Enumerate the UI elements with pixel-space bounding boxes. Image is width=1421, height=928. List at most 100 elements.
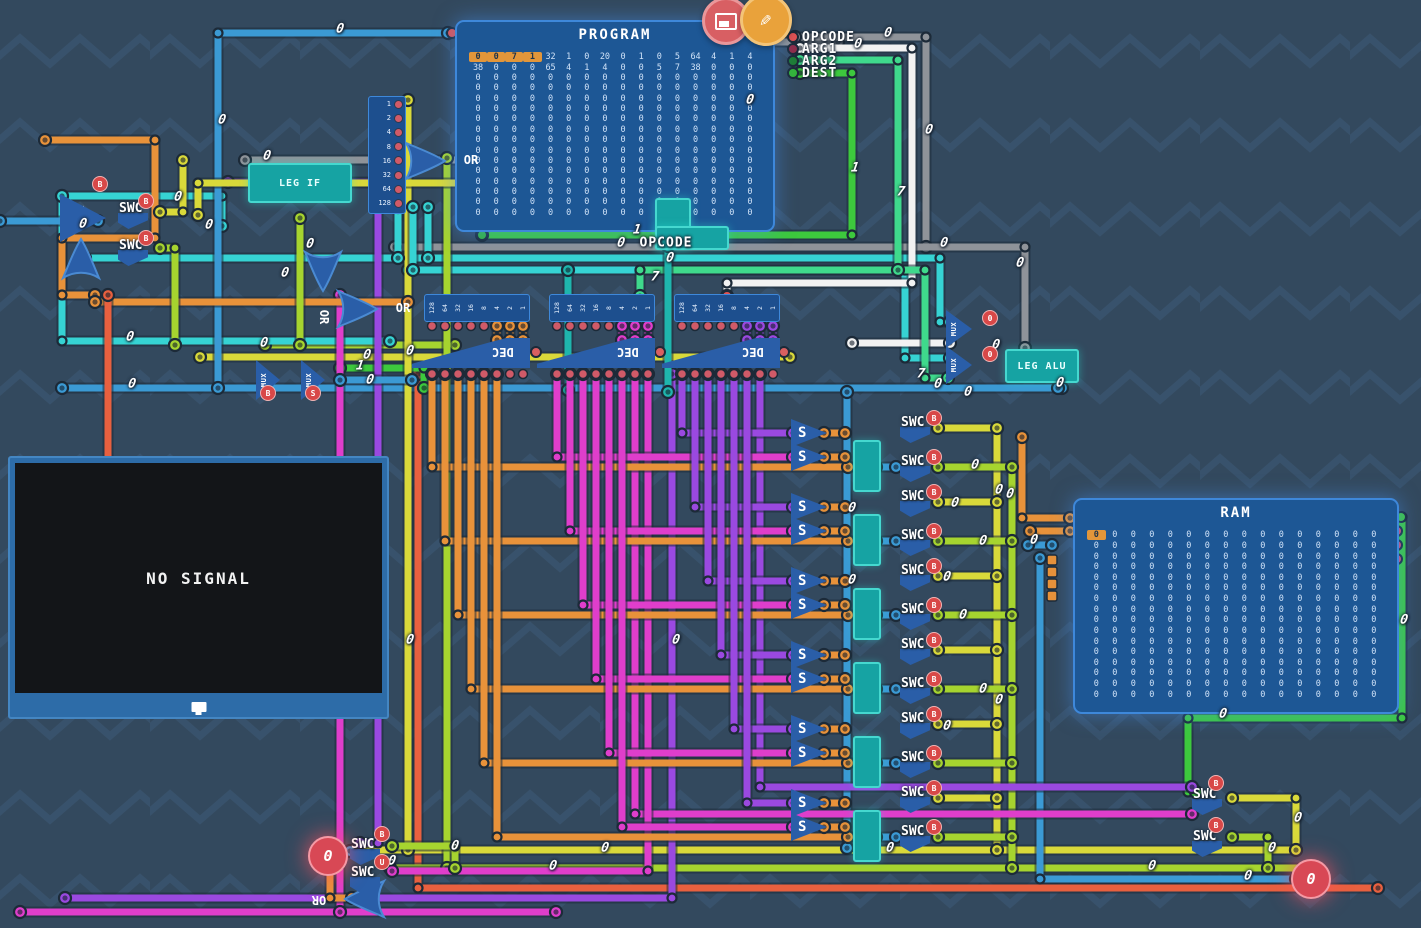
wire-node-center [935, 795, 940, 800]
pin [655, 347, 665, 357]
wire-node-center [842, 652, 847, 657]
wire-node-center [62, 895, 67, 900]
wire-node-center [197, 354, 202, 359]
wire-node [451, 842, 460, 851]
wire-node-center [421, 385, 426, 390]
wire-node-center [157, 245, 162, 250]
wire-node [901, 354, 910, 363]
wire-node-center [1049, 542, 1054, 547]
wire-node-center [1229, 795, 1234, 800]
wire-node [704, 577, 713, 586]
wire-node-center [821, 528, 826, 533]
wire-node-center [395, 204, 400, 209]
dec-output-pin [769, 370, 778, 379]
circuit-canvas[interactable]: PROGRAM007132102001056441438000654140057… [0, 0, 1421, 928]
wire-node-center [357, 840, 362, 845]
wire-node-center [994, 721, 999, 726]
pin [447, 28, 457, 38]
screen-monitor[interactable]: NO SIGNAL [8, 456, 389, 719]
wire-node-center [935, 647, 940, 652]
bit-pin [704, 322, 713, 331]
pad [1047, 579, 1057, 589]
pad [1047, 567, 1057, 577]
wire-node [194, 179, 203, 188]
wire-node-center [172, 342, 177, 347]
dec-output-pin [506, 370, 515, 379]
wire-node-center [842, 726, 847, 731]
dest-pin-label: DEST [802, 66, 837, 81]
bit-pin [717, 322, 726, 331]
wire-node-center [790, 676, 795, 681]
wire-node-center [637, 293, 642, 298]
wire-node-center [947, 355, 952, 360]
wire-node-center [821, 676, 826, 681]
pin [1392, 554, 1402, 564]
wire-node-center [1265, 865, 1270, 870]
wire-node-center [821, 430, 826, 435]
wire-node [1292, 794, 1301, 803]
pin [788, 44, 798, 54]
wire-node-center [1025, 542, 1030, 547]
dec-output-pin [519, 370, 528, 379]
wire-node [756, 783, 765, 792]
wire-node-center [157, 209, 162, 214]
wire-node-center [645, 337, 650, 342]
wire-node-center [790, 824, 795, 829]
wire-node-center [1189, 784, 1194, 789]
dec-output-pin [691, 370, 700, 379]
dec-output-pin [480, 370, 489, 379]
wire-node [921, 374, 930, 383]
wire-node-center [845, 538, 850, 543]
bit-pin [678, 322, 687, 331]
wire-node-center [395, 255, 400, 260]
wire-node [1036, 875, 1045, 884]
wire-node-center [845, 686, 850, 691]
wire-node [848, 231, 857, 240]
dec-output-pin [730, 370, 739, 379]
dec-output-pin [454, 370, 463, 379]
wire-node-center [297, 342, 302, 347]
wire-node-center [387, 338, 392, 343]
wire-node-center [821, 800, 826, 805]
wire-node [605, 749, 614, 758]
wire-node-center [195, 212, 200, 217]
wire-node-center [405, 299, 410, 304]
wire-node-center [844, 389, 849, 394]
wire-node-center [873, 464, 878, 469]
wire-node [1398, 714, 1407, 723]
wire-node-center [619, 337, 624, 342]
wire-node-center [444, 155, 449, 160]
wire-node-center [790, 578, 795, 583]
wire-node-center [790, 528, 795, 533]
pin [531, 347, 541, 357]
wire-node-center [845, 834, 850, 839]
wire-node-center [842, 578, 847, 583]
wire-node [1018, 514, 1027, 523]
wire-node-center [790, 454, 795, 459]
screen-display: NO SIGNAL [15, 463, 382, 693]
wire-node [541, 179, 550, 188]
dec-output-pin [467, 370, 476, 379]
wire-node-center [389, 868, 394, 873]
wire-node-center [821, 726, 826, 731]
wire-node-center [757, 337, 762, 342]
bit-pin [480, 322, 489, 331]
pad [1047, 555, 1057, 565]
wire-node-center [770, 337, 775, 342]
wire-node [636, 266, 645, 275]
wire-node [171, 244, 180, 253]
dec-output-pin [678, 370, 687, 379]
wire-node-center [935, 834, 940, 839]
wire-node-center [632, 337, 637, 342]
dec-output-pin [631, 370, 640, 379]
wire-node-center [1067, 528, 1072, 533]
bit-pin [566, 322, 575, 331]
dec-output-pin [605, 370, 614, 379]
pin [788, 68, 798, 78]
wire-node-center [790, 750, 795, 755]
dec-output-pin [493, 370, 502, 379]
pin [477, 230, 487, 240]
pin [779, 347, 789, 357]
wire-node-center [542, 212, 547, 217]
wire-node-center [347, 848, 352, 853]
